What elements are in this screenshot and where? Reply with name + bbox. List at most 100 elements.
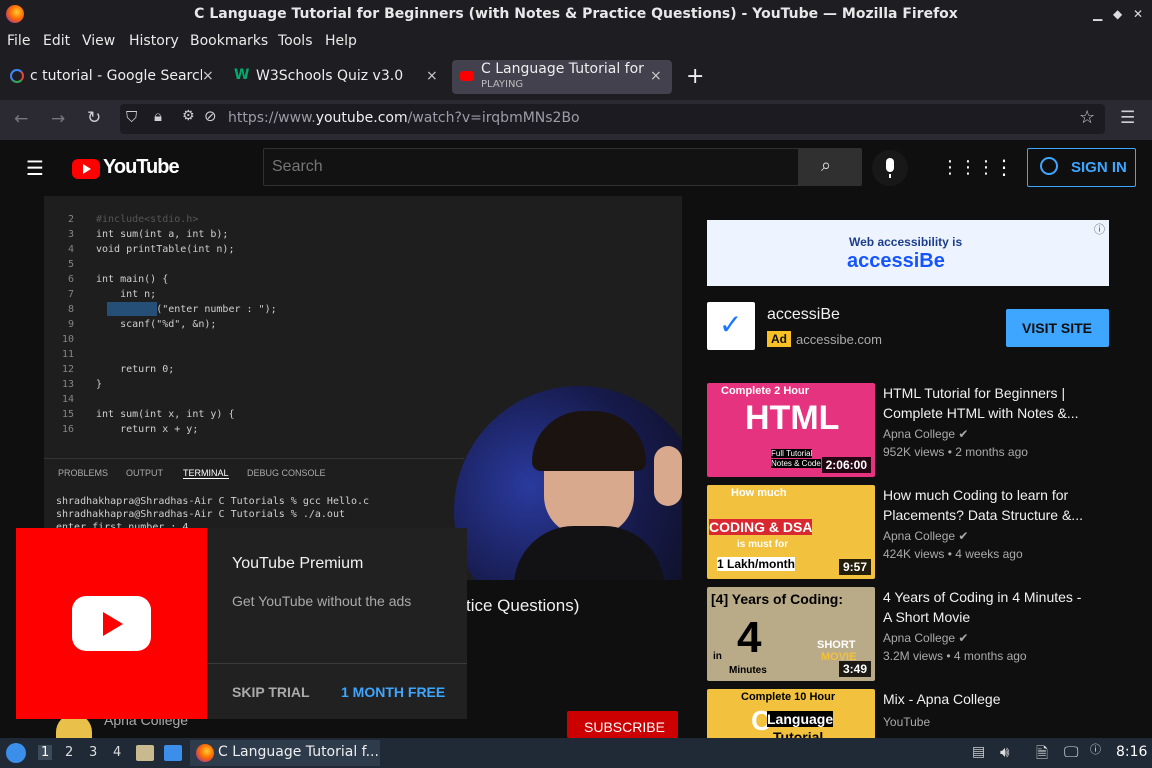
sign-in-label: SIGN IN	[1071, 159, 1127, 176]
permissions-icon[interactable]: ⚙	[182, 108, 195, 124]
tab-google-search[interactable]: c tutorial - Google Search ×	[4, 60, 218, 94]
shield-icon[interactable]: ⛉	[126, 108, 137, 126]
workspace-4[interactable]: 4	[113, 745, 121, 760]
code-line-number: 10	[61, 334, 74, 345]
video-thumbnail[interactable]: [4] Years of Coding: 4 in Minutes SHORT …	[707, 587, 875, 681]
menu-tools[interactable]: Tools	[278, 33, 313, 49]
recommendation-item[interactable]: Complete 2 Hour HTML Full Tutorial Notes…	[707, 383, 1127, 479]
url-bar[interactable]: ⛉ 🔒︎ ⚙ ⊘ https://www.youtube.com/watch?v…	[120, 104, 1105, 134]
volume-icon[interactable]: 🔊︎	[1000, 743, 1009, 761]
forward-icon[interactable]: →	[51, 109, 65, 129]
hamburger-menu-icon[interactable]: ☰	[26, 156, 44, 180]
visit-site-label: VISIT SITE	[1022, 320, 1093, 336]
bookmark-star-icon[interactable]: ☆	[1079, 107, 1095, 128]
back-icon[interactable]: ←	[14, 109, 28, 129]
visit-site-button[interactable]: VISIT SITE	[1006, 309, 1109, 347]
menu-help[interactable]: Help	[325, 33, 357, 49]
notes-icon[interactable]: 🗎	[1036, 743, 1048, 768]
search-icon: ⌕	[821, 155, 832, 176]
workspace-3[interactable]: 3	[89, 745, 97, 760]
maximize-icon[interactable]: ◆	[1113, 7, 1122, 21]
code-line: return 0;	[96, 364, 175, 375]
desktop-taskbar: 1 2 3 4 C Language Tutorial f... ▤ 🔊︎ 🗎 …	[0, 738, 1152, 768]
app-menu-icon[interactable]: ☰	[1120, 108, 1135, 128]
code-line-number: 8	[67, 304, 74, 315]
recommendation-item[interactable]: How much CODING & DSA is must for 1 Lakh…	[707, 485, 1127, 581]
ad-logo[interactable]: ✓	[707, 302, 755, 350]
taskbar-window-firefox[interactable]: C Language Tutorial f...	[190, 740, 380, 766]
settings-more-icon[interactable]: ⋮	[994, 155, 1014, 179]
voice-search-button[interactable]	[872, 150, 908, 186]
code-line: void printTable(int n);	[96, 244, 235, 255]
menu-file[interactable]: File	[7, 33, 30, 49]
video-title[interactable]: HTML Tutorial for Beginners | Complete H…	[883, 383, 1093, 423]
menu-edit[interactable]: Edit	[43, 33, 70, 49]
search-input[interactable]	[264, 149, 798, 185]
code-line-number: 11	[61, 349, 74, 360]
tab-w3schools[interactable]: W W3Schools Quiz v3.0 ×	[228, 60, 442, 94]
video-channel[interactable]: Apna College ✔	[883, 529, 968, 543]
apps-grid-icon[interactable]: ⋮⋮⋮	[941, 157, 995, 178]
menu-view[interactable]: View	[82, 33, 115, 49]
thumbnail-text: is must for	[737, 539, 789, 550]
search-box	[263, 148, 799, 186]
network-icon[interactable]: 🖵	[1064, 743, 1078, 761]
recommendation-item[interactable]: Complete 10 Hour C Language Tutorial Mix…	[707, 689, 1127, 738]
start-menu-icon[interactable]	[6, 743, 26, 763]
lock-icon[interactable]: 🔒︎	[154, 107, 162, 125]
file-manager-icon[interactable]	[136, 745, 154, 761]
code-line-number: 15	[61, 409, 74, 420]
premium-title: YouTube Premium	[232, 555, 364, 572]
code-line: int main() {	[96, 274, 169, 285]
search-button[interactable]: ⌕	[799, 148, 862, 186]
ad-banner[interactable]: Web accessibility is accessiBe ⓘ	[707, 220, 1109, 286]
video-thumbnail[interactable]: Complete 10 Hour C Language Tutorial	[707, 689, 875, 738]
video-thumbnail[interactable]: How much CODING & DSA is must for 1 Lakh…	[707, 485, 875, 579]
video-channel[interactable]: Apna College ✔	[883, 631, 968, 645]
video-thumbnail[interactable]: Complete 2 Hour HTML Full Tutorial Notes…	[707, 383, 875, 477]
video-player[interactable]: 2 #include<stdio.h> 3 int sum(int a, int b)…	[44, 196, 682, 580]
sign-in-button[interactable]: SIGN IN	[1027, 148, 1136, 187]
close-window-icon[interactable]: ✕	[1133, 7, 1143, 21]
recommendation-item[interactable]: [4] Years of Coding: 4 in Minutes SHORT …	[707, 587, 1127, 683]
autoplay-blocked-icon[interactable]: ⊘	[204, 107, 217, 125]
thumbnail-text: 1 Lakh/month	[717, 557, 796, 571]
tab-c-tutorial[interactable]: C Language Tutorial for B PLAYING ×	[452, 60, 672, 94]
youtube-play-icon	[72, 596, 151, 651]
window-titlebar: C Language Tutorial for Beginners (with …	[0, 0, 1152, 31]
thumbnail-text: Minutes	[729, 665, 767, 676]
video-title[interactable]: Mix - Apna College	[883, 689, 1093, 709]
terminal-tab-problems: PROBLEMS	[58, 468, 109, 478]
ad-info-icon[interactable]: ⓘ	[1094, 221, 1105, 237]
workspace-2[interactable]: 2	[65, 745, 73, 760]
youtube-logo-icon[interactable]	[72, 159, 100, 179]
code-line-number: 3	[67, 229, 74, 240]
skip-trial-button[interactable]: SKIP TRIAL	[232, 684, 310, 700]
code-line-number: 9	[67, 319, 74, 330]
menu-bookmarks[interactable]: Bookmarks	[190, 33, 268, 49]
thumbnail-text: Language	[767, 711, 834, 727]
subscribe-button[interactable]: SUBSCRIBE	[567, 711, 678, 738]
code-line-number: 7	[67, 289, 74, 300]
youtube-favicon-icon	[460, 71, 474, 81]
video-channel[interactable]: Apna College ✔	[883, 427, 968, 441]
tab-close-icon[interactable]: ×	[426, 68, 438, 84]
minimize-icon[interactable]: ▁	[1093, 7, 1102, 21]
month-free-button[interactable]: 1 MONTH FREE	[341, 684, 445, 700]
new-tab-button[interactable]: +	[686, 64, 704, 89]
clipboard-icon[interactable]: ▤	[972, 744, 985, 760]
tab-close-icon[interactable]: ×	[202, 68, 214, 84]
video-title[interactable]: 4 Years of Coding in 4 Minutes - A Short…	[883, 587, 1093, 627]
tab-close-icon[interactable]: ×	[650, 68, 662, 84]
accessibe-check-icon: ✓	[719, 308, 743, 341]
youtube-logo-text[interactable]: YouTube	[103, 156, 180, 179]
reload-icon[interactable]: ↻	[87, 108, 101, 128]
notification-icon[interactable]: ⓘ	[1090, 741, 1101, 757]
thumbnail-text: Complete 2 Hour	[721, 385, 810, 397]
video-channel[interactable]: YouTube	[883, 715, 930, 729]
ad-name[interactable]: accessiBe	[767, 306, 840, 324]
workspace-1[interactable]: 1	[38, 745, 53, 760]
menu-history[interactable]: History	[129, 33, 179, 49]
video-title[interactable]: How much Coding to learn for Placements?…	[883, 485, 1093, 525]
show-desktop-icon[interactable]	[164, 745, 182, 761]
